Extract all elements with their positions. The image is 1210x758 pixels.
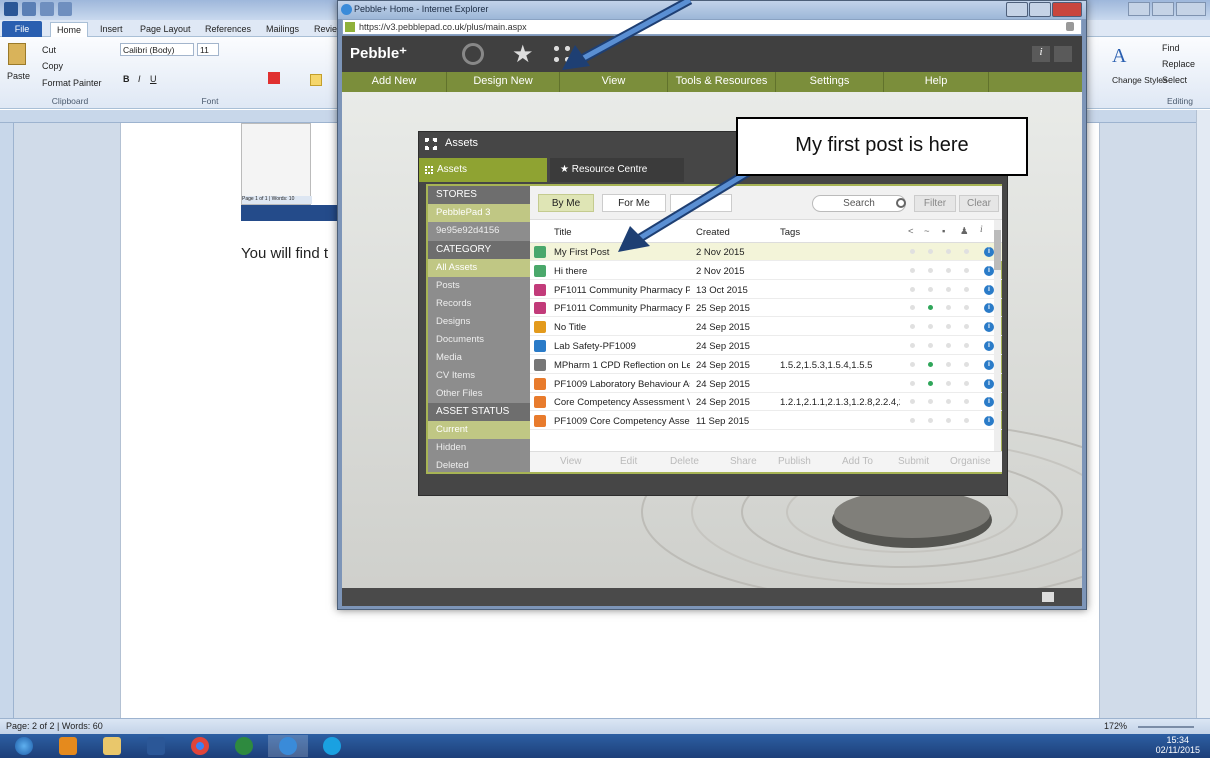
annotation-arrows bbox=[562, 0, 763, 252]
callout-box: My first post is here bbox=[736, 117, 1028, 176]
arrow-top-fill bbox=[578, 0, 692, 63]
